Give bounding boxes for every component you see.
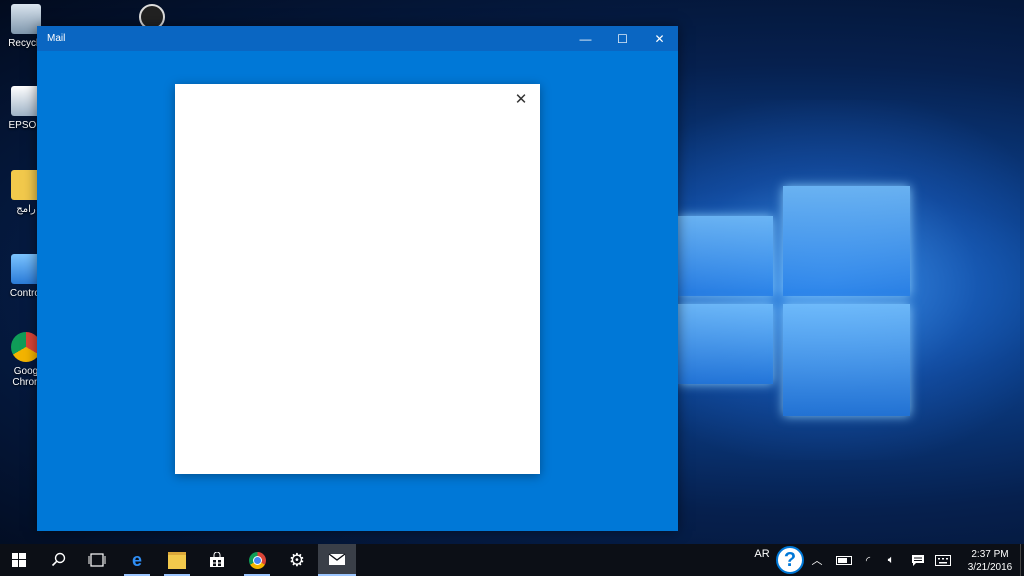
clock-date: 3/21/2016 (967, 562, 1013, 573)
close-icon: ✕ (514, 91, 528, 108)
mail-window: Mail — ☐ ✕ ✕ (37, 26, 678, 531)
logo-pane (678, 304, 773, 384)
start-button[interactable] (0, 544, 38, 576)
touch-keyboard-button[interactable] (932, 544, 954, 576)
minimize-button[interactable]: — (567, 26, 604, 51)
chrome-icon (248, 551, 266, 569)
network-indicator[interactable]: ◜ (858, 544, 878, 576)
help-button[interactable]: ? (776, 546, 804, 574)
logo-pane (783, 186, 910, 296)
logo-pane (783, 304, 910, 416)
taskbar-file-explorer[interactable] (158, 544, 196, 576)
notification-icon (912, 554, 924, 566)
show-desktop-button[interactable] (1020, 544, 1024, 576)
battery-icon (836, 555, 852, 565)
logo-pane (678, 216, 773, 296)
keyboard-icon (935, 554, 951, 566)
action-center-button[interactable] (906, 544, 930, 576)
help-icon: ? (783, 548, 797, 571)
clock-time: 2:37 PM (971, 549, 1009, 560)
taskbar-store[interactable] (198, 544, 236, 576)
search-button[interactable] (40, 544, 78, 576)
desktop-icon-label: رامج (16, 204, 36, 215)
folder-icon (168, 551, 186, 569)
task-view-button[interactable] (78, 544, 116, 576)
close-icon: ✕ (654, 31, 665, 46)
window-title: Mail (47, 33, 66, 44)
windows-start-icon (12, 553, 26, 567)
mail-dialog: ✕ (175, 84, 540, 474)
chevron-up-icon: ︿ (811, 555, 823, 567)
volume-indicator[interactable]: 🔈︎ (880, 544, 902, 576)
taskbar-chrome[interactable] (238, 544, 276, 576)
show-hidden-icons-button[interactable]: ︿ (808, 544, 826, 576)
taskbar: e ⚙ AR ? ︿ ◜ 🔈︎ 2:37 PM 3/21/2016 (0, 544, 1024, 576)
gear-icon: ⚙ (288, 549, 306, 570)
maximize-icon: ☐ (617, 31, 628, 46)
language-label: AR (754, 548, 770, 560)
maximize-button[interactable]: ☐ (604, 26, 641, 51)
edge-icon: e (131, 549, 142, 570)
taskbar-edge[interactable]: e (118, 544, 156, 576)
close-window-button[interactable]: ✕ (641, 26, 678, 51)
wifi-icon: ◜ (865, 554, 871, 567)
taskbar-settings[interactable]: ⚙ (278, 544, 316, 576)
search-icon (51, 552, 66, 567)
task-view-icon (88, 553, 106, 567)
speaker-icon: 🔈︎ (887, 553, 895, 566)
mail-icon (328, 553, 346, 565)
battery-indicator[interactable] (834, 544, 854, 576)
taskbar-mail[interactable] (318, 544, 356, 576)
windows-logo-wallpaper (678, 186, 913, 422)
minimize-icon: — (579, 31, 592, 46)
clock[interactable]: 2:37 PM 3/21/2016 (958, 548, 1022, 574)
dialog-close-button[interactable]: ✕ (512, 90, 530, 108)
language-indicator[interactable]: AR (752, 538, 772, 570)
store-icon (210, 552, 224, 567)
window-titlebar[interactable]: Mail — ☐ ✕ (37, 26, 678, 51)
desktop-icon-label: Goog Chron (12, 366, 40, 388)
